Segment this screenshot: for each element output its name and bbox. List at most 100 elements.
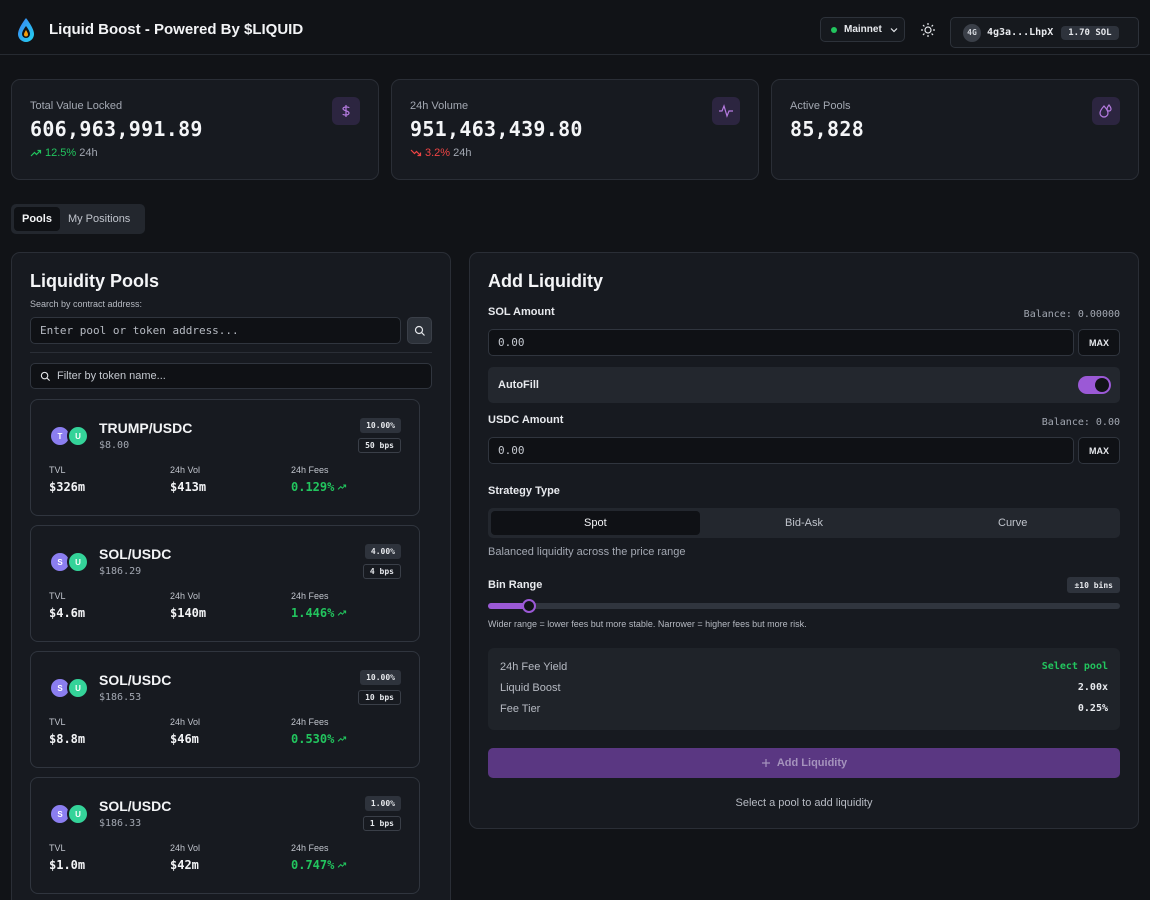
summary-key: Fee Tier [500, 703, 541, 715]
sol-amount-input[interactable] [488, 329, 1074, 356]
summary-value: Select pool [1041, 661, 1108, 672]
token-b-icon: U [67, 803, 89, 825]
fees-label: 24h Fees [291, 591, 329, 601]
view-tabs: Pools My Positions [11, 204, 145, 234]
fees-label: 24h Fees [291, 465, 329, 475]
search-icon [40, 371, 51, 381]
stat-label: 24h Volume [410, 100, 469, 112]
summary-value: 0.25% [1077, 703, 1108, 714]
dollar-icon [332, 97, 360, 125]
panel-title: Add Liquidity [488, 271, 603, 291]
search-label: Search by contract address: [30, 299, 143, 309]
autofill-label: AutoFill [498, 379, 539, 391]
pool-bps-badge: 10 bps [358, 690, 401, 705]
pool-card[interactable]: S U SOL/USDC $186.33 1.00% 1 bps TVL 24h… [30, 777, 420, 894]
trending-up-icon [337, 610, 347, 616]
pool-pair: TRUMP/USDC [99, 420, 193, 436]
vol-label: 24h Vol [170, 717, 201, 727]
slider-thumb[interactable] [522, 599, 537, 613]
tvl-value: $1.0m [49, 858, 86, 872]
pool-pair: SOL/USDC [99, 672, 172, 688]
bin-range-slider[interactable] [488, 599, 1120, 613]
wallet-button[interactable]: 4G 4g3a...LhpX 1.70 SOL [950, 17, 1139, 48]
strategy-curve[interactable]: Curve [908, 511, 1117, 535]
network-selector[interactable]: Mainnet [820, 17, 905, 42]
fees-value-wrap: 0.530% [291, 732, 347, 746]
pool-bps-badge: 4 bps [362, 564, 401, 579]
vol-value: $413m [170, 480, 207, 494]
stat-label: Total Value Locked [30, 100, 123, 112]
stat-card-tvl: Total Value Locked 606,963,991.89 12.5% … [11, 79, 379, 180]
fees-value-wrap: 1.446% [291, 606, 347, 620]
pool-card[interactable]: T U TRUMP/USDC $8.00 10.00% 50 bps TVL 2… [30, 399, 420, 516]
app-title: Liquid Boost - Powered By $LIQUID [49, 21, 304, 38]
search-button[interactable] [407, 317, 432, 344]
strategy-bid-ask[interactable]: Bid-Ask [700, 511, 909, 535]
vol-label: 24h Vol [170, 843, 201, 853]
autofill-toggle[interactable] [1078, 376, 1111, 394]
usdc-amount-label: USDC Amount [488, 414, 564, 426]
bin-range-badge: ±10 bins [1067, 577, 1120, 593]
tvl-value: $326m [49, 480, 86, 494]
tvl-value: $8.8m [49, 732, 86, 746]
stat-change: 12.5% 24h [30, 147, 98, 159]
wallet-address: 4g3a...LhpX [987, 27, 1054, 38]
network-label: Mainnet [844, 24, 882, 35]
chevron-down-icon [890, 27, 898, 32]
droplet-logo-icon [18, 18, 34, 42]
strategy-description: Balanced liquidity across the price rang… [488, 546, 686, 558]
pool-card[interactable]: S U SOL/USDC $186.29 4.00% 4 bps TVL 24h… [30, 525, 420, 642]
stat-value: 606,963,991.89 [30, 117, 203, 141]
stat-change: 3.2% 24h [410, 147, 471, 159]
pool-percent-badge: 1.00% [364, 796, 401, 811]
vol-value: $42m [170, 858, 199, 872]
network-status-dot [831, 26, 837, 33]
tvl-value: $4.6m [49, 606, 86, 620]
usdc-max-button[interactable]: MAX [1078, 437, 1120, 464]
fees-value-wrap: 0.747% [291, 858, 347, 872]
sun-icon[interactable] [918, 20, 938, 40]
wallet-balance: 1.70 SOL [1061, 25, 1119, 40]
sol-max-button[interactable]: MAX [1078, 329, 1120, 356]
tvl-label: TVL [49, 843, 66, 853]
contract-address-input[interactable] [30, 317, 401, 344]
droplets-icon [1092, 97, 1120, 125]
pool-pair: SOL/USDC [99, 798, 172, 814]
pool-price: $8.00 [99, 440, 130, 451]
toggle-knob [1095, 378, 1109, 392]
add-liquidity-button[interactable]: Add Liquidity [488, 748, 1120, 778]
wallet-avatar: 4G [963, 23, 981, 42]
token-filter-input[interactable] [51, 370, 431, 382]
strategy-spot[interactable]: Spot [491, 511, 700, 535]
strategy-selector: Spot Bid-Ask Curve [488, 508, 1120, 538]
pool-card[interactable]: S U SOL/USDC $186.53 10.00% 10 bps TVL 2… [30, 651, 420, 768]
vol-value: $140m [170, 606, 207, 620]
token-b-icon: U [67, 677, 89, 699]
stat-card-volume: 24h Volume 951,463,439.80 3.2% 24h [391, 79, 759, 180]
divider [30, 352, 432, 353]
usdc-amount-input[interactable] [488, 437, 1074, 464]
tab-my-positions[interactable]: My Positions [60, 207, 138, 231]
usdc-balance: Balance: 0.00 [1041, 417, 1120, 428]
fees-value: 1.446% [291, 606, 335, 620]
trending-down-icon [410, 149, 422, 157]
pool-bps-badge: 1 bps [362, 816, 401, 831]
token-b-icon: U [67, 425, 89, 447]
filter-field[interactable] [30, 363, 432, 389]
activity-icon [712, 97, 740, 125]
stat-change-period: 24h [453, 147, 472, 159]
stat-change-value: 3.2% [425, 147, 451, 159]
tab-pools[interactable]: Pools [14, 207, 60, 231]
pool-price: $186.33 [99, 818, 142, 829]
summary-key: 24h Fee Yield [500, 661, 568, 673]
trending-up-icon [337, 736, 347, 742]
stat-value: 951,463,439.80 [410, 117, 583, 141]
sol-amount-label: SOL Amount [488, 306, 555, 318]
autofill-row: AutoFill [488, 367, 1120, 403]
fees-label: 24h Fees [291, 843, 329, 853]
token-b-icon: U [67, 551, 89, 573]
fees-value: 0.747% [291, 858, 335, 872]
stat-change-period: 24h [79, 147, 98, 159]
stat-change-value: 12.5% [45, 147, 77, 159]
vol-label: 24h Vol [170, 591, 201, 601]
